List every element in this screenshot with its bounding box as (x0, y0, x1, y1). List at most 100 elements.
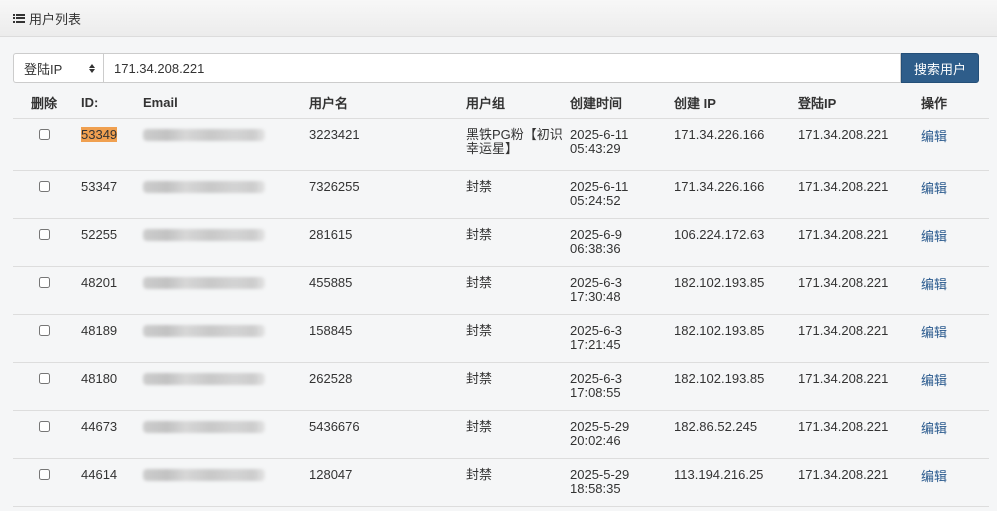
user-id: 48180 (75, 362, 137, 411)
column-header-id: ID: (75, 87, 137, 119)
username: 281615 (303, 218, 460, 267)
login-ip: 171.34.208.221 (792, 118, 915, 171)
created-time: 2025-5-29 18:58:35 (564, 458, 668, 507)
created-clock: 06:38:36 (570, 240, 621, 256)
table-row: 53347 7326255 封禁 2025-6-11 05:24:52 171.3… (13, 170, 989, 219)
user-group: 封禁 (460, 170, 564, 219)
created-time: 2025-6-9 06:38:36 (564, 218, 668, 267)
column-header-created-time: 创建时间 (564, 87, 668, 119)
created-ip: 182.102.193.85 (668, 362, 792, 411)
email-redacted (143, 228, 265, 241)
edit-link[interactable]: 编辑 (921, 129, 947, 144)
delete-checkbox[interactable] (38, 468, 50, 480)
column-header-group: 用户组 (460, 87, 564, 119)
created-date: 2025-6-3 (570, 274, 623, 290)
user-group: 封禁 (460, 314, 564, 363)
created-clock: 17:30:48 (570, 288, 621, 304)
email-redacted (143, 276, 265, 289)
created-date: 2025-5-29 (570, 466, 630, 482)
delete-checkbox[interactable] (38, 276, 50, 288)
column-header-login-ip: 登陆IP (792, 87, 915, 119)
username: 262528 (303, 362, 460, 411)
login-ip: 171.34.208.221 (792, 362, 915, 411)
table-row: 52255 281615 封禁 2025-6-9 06:38:36 106.224… (13, 218, 989, 267)
email-redacted (143, 180, 265, 193)
table-row: 48201 455885 封禁 2025-6-3 17:30:48 182.102… (13, 266, 989, 315)
username: 158845 (303, 314, 460, 363)
user-id: 48201 (75, 266, 137, 315)
table-row: 53349 3223421 黑铁PG粉【初识幸运星】 2025-6-11 05:4… (13, 118, 989, 171)
user-group: 封禁 (460, 218, 564, 267)
page-title: 用户列表 (29, 11, 82, 27)
email-redacted (143, 324, 265, 337)
panel-heading: 用户列表 (0, 0, 997, 37)
login-ip: 171.34.208.221 (792, 314, 915, 363)
login-ip: 171.34.208.221 (792, 266, 915, 315)
table-row: 48189 158845 封禁 2025-6-3 17:21:45 182.102… (13, 314, 989, 363)
username: 3223421 (303, 118, 460, 171)
column-header-email: Email (137, 87, 303, 119)
login-ip: 171.34.208.221 (792, 458, 915, 507)
user-group: 封禁 (460, 410, 564, 459)
delete-checkbox[interactable] (38, 228, 50, 240)
created-ip: 182.102.193.85 (668, 314, 792, 363)
edit-link[interactable]: 编辑 (921, 181, 947, 196)
user-id: 52255 (75, 218, 137, 267)
edit-link[interactable]: 编辑 (921, 421, 947, 436)
created-date: 2025-6-3 (570, 322, 623, 338)
column-header-created-ip: 创建 IP (668, 87, 792, 119)
search-bar: 登陆IP 搜索用户 (13, 53, 979, 83)
username: 5436676 (303, 410, 460, 459)
delete-checkbox[interactable] (38, 420, 50, 432)
user-group: 封禁 (460, 458, 564, 507)
edit-link[interactable]: 编辑 (921, 469, 947, 484)
edit-link[interactable]: 编辑 (921, 277, 947, 292)
delete-checkbox[interactable] (38, 180, 50, 192)
created-time: 2025-6-3 17:30:48 (564, 266, 668, 315)
column-header-delete: 删除 (13, 87, 75, 119)
user-table: 删除 ID: Email 用户名 用户组 创建时间 创建 IP 登陆IP 操作 … (13, 87, 989, 507)
created-date: 2025-6-11 (570, 178, 629, 194)
created-ip: 113.194.216.25 (668, 458, 792, 507)
created-date: 2025-6-9 (570, 226, 623, 242)
search-input[interactable] (103, 53, 901, 83)
created-time: 2025-5-29 20:02:46 (564, 410, 668, 459)
created-clock: 17:08:55 (570, 384, 621, 400)
column-header-actions: 操作 (915, 87, 989, 119)
edit-link[interactable]: 编辑 (921, 325, 947, 340)
created-clock: 18:58:35 (570, 480, 621, 496)
user-id: 53349 (81, 126, 118, 142)
search-users-button[interactable]: 搜索用户 (901, 53, 979, 83)
user-group: 黑铁PG粉【初识幸运星】 (460, 118, 564, 171)
created-ip: 171.34.226.166 (668, 118, 792, 171)
user-id: 53347 (75, 170, 137, 219)
edit-link[interactable]: 编辑 (921, 229, 947, 244)
search-field-select[interactable]: 登陆IP (13, 53, 103, 83)
created-time: 2025-6-11 05:43:29 (564, 118, 668, 171)
email-redacted (143, 128, 265, 141)
table-row: 44673 5436676 封禁 2025-5-29 20:02:46 182.8… (13, 410, 989, 459)
user-id: 44614 (75, 458, 137, 507)
search-field-select-value: 登陆IP (24, 61, 63, 77)
email-redacted (143, 372, 265, 385)
created-time: 2025-6-3 17:21:45 (564, 314, 668, 363)
delete-checkbox[interactable] (38, 128, 50, 140)
user-id: 48189 (75, 314, 137, 363)
username: 455885 (303, 266, 460, 315)
user-group: 封禁 (460, 362, 564, 411)
edit-link[interactable]: 编辑 (921, 373, 947, 388)
user-id: 44673 (75, 410, 137, 459)
created-time: 2025-6-11 05:24:52 (564, 170, 668, 219)
created-ip: 182.102.193.85 (668, 266, 792, 315)
email-redacted (143, 468, 265, 481)
delete-checkbox[interactable] (38, 372, 50, 384)
login-ip: 171.34.208.221 (792, 170, 915, 219)
list-icon (13, 13, 25, 23)
email-redacted (143, 420, 265, 433)
select-arrows-icon (89, 63, 95, 73)
column-header-username: 用户名 (303, 87, 460, 119)
username: 7326255 (303, 170, 460, 219)
created-ip: 106.224.172.63 (668, 218, 792, 267)
table-header-row: 删除 ID: Email 用户名 用户组 创建时间 创建 IP 登陆IP 操作 (13, 87, 989, 119)
delete-checkbox[interactable] (38, 324, 50, 336)
